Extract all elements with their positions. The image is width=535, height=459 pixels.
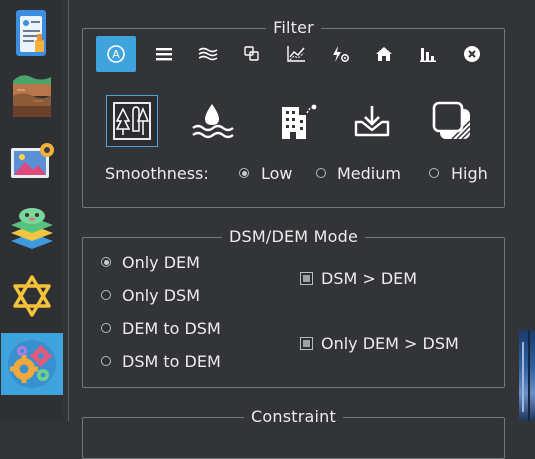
background-map-edge [519, 330, 535, 421]
sidebar-item-settings[interactable] [1, 333, 63, 395]
smoothness-high-label[interactable]: High [451, 164, 488, 183]
menu-lines-icon [156, 48, 172, 61]
toolbar-filter-a[interactable]: A [96, 36, 136, 72]
water-icon [192, 104, 234, 139]
dsm-dem-title: DSM/DEM Mode [222, 227, 365, 246]
toolbar-chart[interactable] [276, 36, 316, 72]
dem-to-dsm-label[interactable]: DEM to DSM [122, 319, 221, 338]
download-terrain-icon [354, 106, 390, 137]
smoothness-label: Smoothness: [105, 164, 209, 183]
sidebar-item-terrain[interactable] [1, 64, 63, 126]
terrain-layers-icon [13, 75, 51, 117]
only-dem-gt-dsm-checkbox[interactable] [300, 337, 313, 350]
toolbar-bars[interactable] [408, 36, 448, 72]
forest-icon [113, 102, 151, 140]
filter-a-icon: A [107, 45, 125, 63]
stacked-squares-icon [432, 101, 471, 140]
copy-shapes-icon [244, 46, 259, 61]
filter-forest[interactable] [106, 95, 158, 147]
toolbar-home[interactable] [364, 36, 404, 72]
dsm-to-dem-radio[interactable] [101, 356, 111, 366]
image-settings-icon [11, 143, 54, 178]
only-dsm-label[interactable]: Only DSM [122, 286, 200, 305]
only-dsm-radio[interactable] [101, 290, 111, 300]
star-of-david-icon [13, 275, 51, 317]
toolbar-menu[interactable] [144, 36, 184, 72]
toolbar-waves[interactable] [188, 36, 228, 72]
filter-stacked-squares[interactable] [426, 95, 478, 147]
toolbar-copy[interactable] [232, 36, 272, 72]
smoothness-medium-radio[interactable] [316, 168, 326, 178]
svg-text:A: A [112, 48, 120, 61]
only-dem-gt-dsm-label[interactable]: Only DEM > DSM [321, 334, 459, 353]
thunder-settings-icon [333, 46, 349, 62]
filter-download-terrain[interactable] [346, 95, 398, 147]
building-icon [282, 104, 317, 139]
only-dem-radio[interactable] [101, 257, 111, 267]
smoothness-low-label[interactable]: Low [261, 164, 293, 183]
close-circle-icon [464, 46, 480, 62]
waves-icon [198, 47, 218, 61]
smoothness-low-radio[interactable] [239, 168, 249, 178]
toolbar-thunder[interactable] [320, 36, 360, 72]
home-icon [376, 47, 392, 61]
dsm-gt-dem-checkbox[interactable] [300, 272, 313, 285]
toolbar-close[interactable] [452, 36, 492, 72]
filter-water[interactable] [186, 95, 238, 147]
constraint-title: Constraint [244, 407, 343, 426]
smoothness-medium-label[interactable]: Medium [337, 164, 401, 183]
vertical-divider [68, 0, 69, 421]
sidebar-item-image[interactable] [1, 131, 63, 193]
sidebar-item-document[interactable] [1, 3, 63, 65]
document-form-icon [16, 10, 46, 56]
smoothness-high-radio[interactable] [429, 168, 439, 178]
gears-icon [8, 340, 56, 388]
only-dem-label[interactable]: Only DEM [122, 253, 200, 272]
stacked-layers-icon [11, 208, 53, 249]
constraint-group: Constraint [82, 407, 505, 459]
line-chart-icon [287, 46, 305, 62]
sidebar-item-layers[interactable] [1, 198, 63, 260]
sidebar [0, 0, 63, 421]
dsm-gt-dem-label[interactable]: DSM > DEM [321, 269, 417, 288]
bar-chart-icon [420, 48, 436, 62]
filter-building[interactable] [271, 95, 323, 147]
dem-to-dsm-radio[interactable] [101, 323, 111, 333]
sidebar-item-star[interactable] [1, 265, 63, 327]
filter-title: Filter [266, 18, 321, 37]
dsm-to-dem-label[interactable]: DSM to DEM [122, 352, 221, 371]
